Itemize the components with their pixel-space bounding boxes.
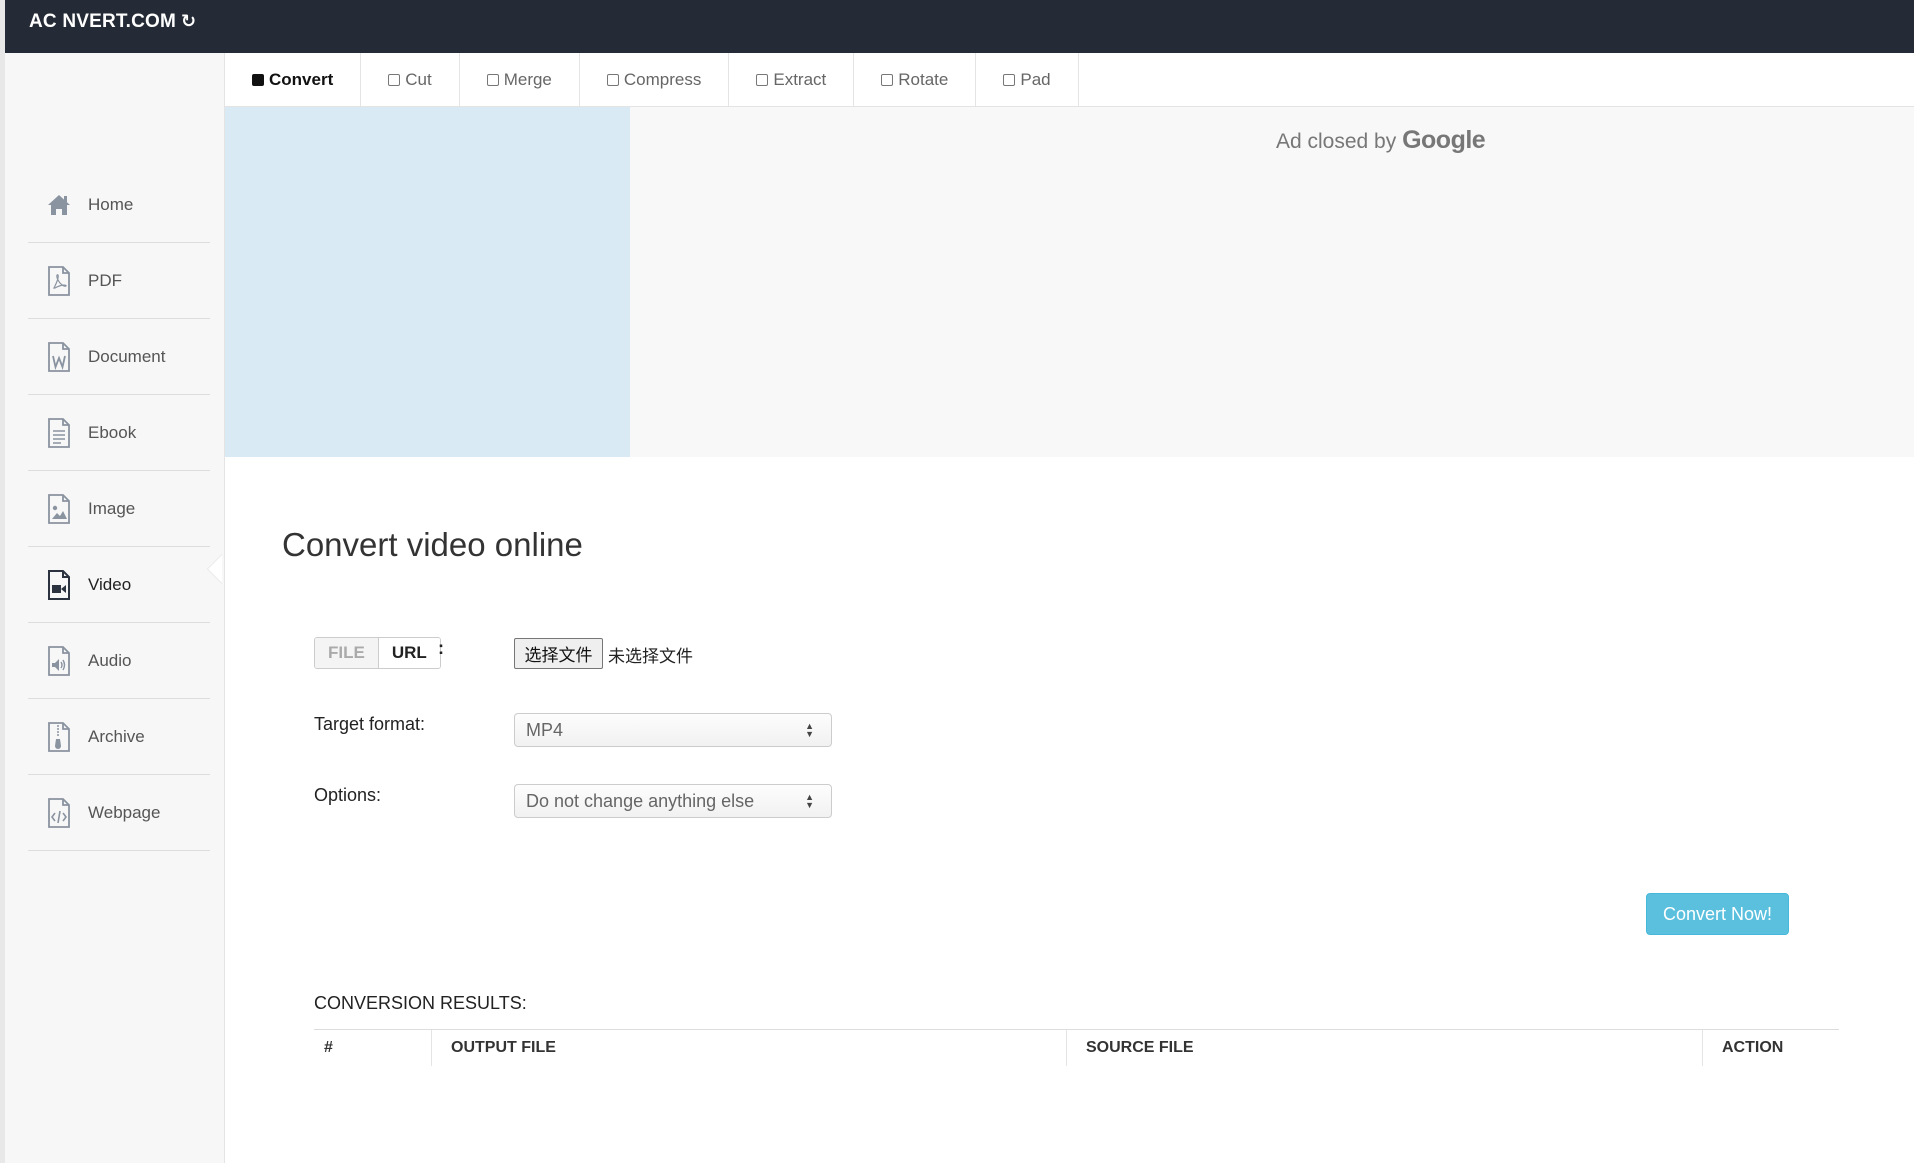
sidebar-item-label: PDF (88, 270, 122, 290)
active-indicator (208, 555, 222, 583)
file-source-button[interactable]: FILE (315, 638, 379, 668)
tab-label: Merge (503, 70, 552, 89)
sidebar-item-label: Video (88, 574, 132, 594)
word-file-icon (46, 341, 72, 372)
refresh-icon: ↻ (181, 11, 197, 31)
ad-closed-notice: Ad closed by Google (1276, 126, 1486, 155)
table-header-row: # OUTPUT FILE SOURCE FILE ACTION (314, 1030, 1839, 1066)
tab-extract[interactable]: Extract (729, 53, 855, 107)
brand-text: AC NVERT.COM (29, 11, 177, 32)
google-logo: Google (1402, 126, 1486, 154)
results-title: CONVERSION RESULTS: (314, 993, 527, 1013)
tab-label: Convert (269, 70, 334, 89)
ad-slot-right (630, 107, 1914, 457)
sidebar-item-ebook[interactable]: Ebook (28, 395, 210, 471)
image-file-icon (46, 493, 72, 524)
home-icon (46, 190, 72, 220)
page-title: Convert video online (282, 526, 583, 563)
select-arrows-icon: ▲ ▼ (805, 792, 814, 810)
pdf-file-icon (46, 265, 72, 296)
url-source-button[interactable]: URL (378, 638, 440, 668)
options-label: Options: (314, 785, 382, 805)
sidebar-item-label: Audio (88, 650, 132, 670)
sidebar-item-label: Document (88, 346, 166, 366)
target-format-value: MP4 (526, 719, 564, 740)
choose-file-button[interactable]: 选择文件 (514, 638, 603, 669)
archive-file-icon (46, 721, 72, 752)
tab-pad[interactable]: Pad (976, 53, 1079, 107)
sidebar-item-image[interactable]: Image (28, 471, 210, 547)
select-arrows-icon: ▲ ▼ (805, 721, 814, 739)
tab-label: Cut (405, 70, 432, 89)
tool-tabs: Convert Cut Merge Compress Extract Rotat… (225, 53, 1914, 107)
sidebar-item-document[interactable]: Document (28, 319, 210, 395)
tab-convert[interactable]: Convert (225, 53, 362, 107)
target-format-select[interactable]: MP4 ▲ ▼ (514, 713, 832, 747)
sidebar-item-archive[interactable]: Archive (28, 699, 210, 775)
file-status-text: 未选择文件 (608, 647, 693, 666)
audio-file-icon (46, 645, 72, 676)
sidebar: Home PDF Document Ebook Image Video Audi… (5, 53, 225, 1163)
source-toggle: FILE URL (314, 637, 441, 669)
square-icon (388, 74, 401, 86)
column-header-output-file: OUTPUT FILE (431, 1030, 1066, 1066)
top-navbar: AC NVERT.COM ↻ (5, 0, 1914, 53)
code-file-icon (46, 797, 72, 828)
square-icon (756, 74, 769, 86)
sidebar-item-webpage[interactable]: Webpage (28, 775, 210, 851)
sidebar-item-label: Home (88, 194, 134, 214)
square-icon (486, 74, 499, 86)
tab-label: Pad (1020, 70, 1051, 89)
target-format-label: Target format: (314, 714, 426, 734)
sidebar-item-label: Archive (88, 726, 145, 746)
ad-slot-left (225, 107, 630, 457)
source-colon: : (438, 638, 444, 658)
convert-now-button[interactable]: Convert Now! (1646, 893, 1789, 935)
sidebar-item-audio[interactable]: Audio (28, 623, 210, 699)
square-icon (606, 74, 619, 86)
sidebar-item-label: Webpage (88, 802, 161, 822)
site-logo[interactable]: AC NVERT.COM ↻ (29, 11, 196, 33)
sidebar-item-pdf[interactable]: PDF (28, 243, 210, 319)
text-file-icon (46, 417, 72, 448)
column-header-action: ACTION (1702, 1030, 1839, 1066)
tab-label: Compress (623, 70, 702, 89)
options-value: Do not change anything else (526, 790, 755, 811)
tab-cut[interactable]: Cut (361, 53, 460, 107)
options-select[interactable]: Do not change anything else ▲ ▼ (514, 784, 832, 818)
results-table: # OUTPUT FILE SOURCE FILE ACTION (314, 1029, 1839, 1066)
column-header-number: # (324, 1039, 333, 1056)
square-icon (252, 74, 264, 86)
square-icon (1003, 74, 1016, 86)
column-header-source-file: SOURCE FILE (1066, 1030, 1702, 1066)
tab-rotate[interactable]: Rotate (854, 53, 977, 107)
ad-closed-text: Ad closed by (1276, 130, 1397, 153)
sidebar-item-video[interactable]: Video (28, 547, 210, 623)
sidebar-item-home[interactable]: Home (28, 167, 210, 243)
tab-label: Extract (773, 70, 827, 89)
square-icon (881, 74, 894, 86)
video-file-icon (46, 569, 72, 600)
tab-compress[interactable]: Compress (580, 53, 730, 107)
tab-merge[interactable]: Merge (460, 53, 580, 107)
sidebar-item-label: Image (88, 498, 136, 518)
sidebar-item-label: Ebook (88, 422, 137, 442)
tab-label: Rotate (898, 70, 949, 89)
